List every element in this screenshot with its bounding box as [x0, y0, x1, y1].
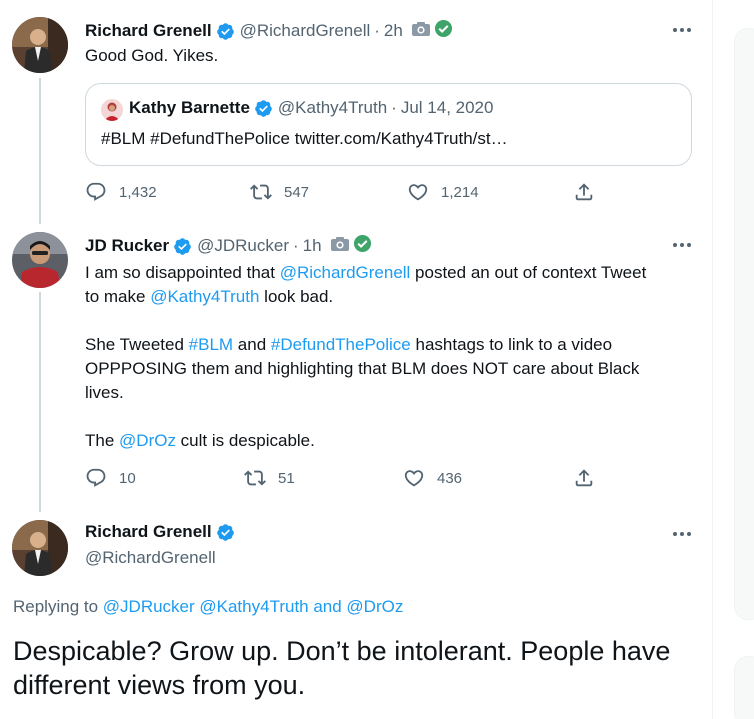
- media-badges: [330, 234, 372, 258]
- quoted-tweet-text: #BLM #DefundThePolice twitter.com/Kathy4…: [101, 129, 508, 148]
- retweet-count: 547: [284, 183, 310, 201]
- like-button[interactable]: 1,214: [407, 181, 479, 203]
- verified-badge-icon: [254, 99, 273, 118]
- reply-button[interactable]: 1,432: [85, 181, 157, 203]
- reply-icon: [86, 468, 106, 487]
- tweet-header: Richard Grenell @RichardGrenell · 2h: [85, 19, 453, 43]
- more-options-icon[interactable]: [670, 20, 694, 40]
- check-circle-icon: [353, 234, 372, 258]
- quoted-tweet[interactable]: Kathy Barnette @Kathy4Truth · Jul 14, 20…: [85, 83, 692, 166]
- media-badges: [411, 19, 453, 43]
- timestamp[interactable]: 1h: [303, 236, 322, 256]
- hashtag-link[interactable]: #BLM: [189, 335, 233, 354]
- mention-link[interactable]: @Kathy4Truth: [150, 287, 259, 306]
- focused-author: Richard Grenell: [85, 522, 235, 542]
- separator-dot: ·: [391, 98, 397, 117]
- replying-to: Replying to @JDRucker @Kathy4Truth and @…: [13, 597, 403, 617]
- mention-link[interactable]: @DrOz: [119, 431, 176, 450]
- focused-tweet-text: Despicable? Grow up. Don’t be intolerant…: [13, 636, 671, 700]
- retweet-button[interactable]: 547: [250, 181, 309, 203]
- mention-link[interactable]: @RichardGrenell: [280, 263, 411, 282]
- heart-icon: [404, 470, 424, 487]
- avatar[interactable]: [12, 17, 68, 73]
- replying-mentions[interactable]: @JDRucker @Kathy4Truth and @DrOz: [103, 597, 404, 616]
- author-handle[interactable]: @RichardGrenell: [240, 21, 371, 41]
- like-count: 1,214: [441, 183, 479, 201]
- quoted-author-handle: @Kathy4Truth: [277, 98, 388, 117]
- timestamp[interactable]: 2h: [384, 21, 403, 41]
- avatar: [101, 99, 123, 121]
- separator-dot: ·: [293, 236, 299, 255]
- avatar[interactable]: [12, 232, 68, 288]
- tweet-text: I am so disappointed that @RichardGrenel…: [85, 261, 695, 453]
- share-button[interactable]: [573, 467, 607, 489]
- separator-dot: ·: [374, 21, 380, 40]
- quoted-author-name: Kathy Barnette: [129, 98, 250, 117]
- retweet-icon: [244, 470, 266, 486]
- retweet-count: 51: [278, 469, 295, 487]
- right-sidebar: [714, 0, 754, 719]
- author-name[interactable]: JD Rucker: [85, 236, 169, 256]
- author-handle[interactable]: @RichardGrenell: [85, 548, 216, 568]
- verified-badge-icon: [216, 523, 235, 542]
- author-handle[interactable]: @JDRucker: [197, 236, 289, 256]
- share-icon: [575, 183, 593, 201]
- tweet-text: Good God. Yikes.: [85, 46, 219, 65]
- retweet-icon: [250, 184, 272, 200]
- retweet-button[interactable]: 51: [244, 467, 295, 489]
- camera-icon: [411, 21, 431, 42]
- like-button[interactable]: 436: [403, 467, 462, 489]
- reply-button[interactable]: 10: [85, 467, 136, 489]
- tweet-line: lives.: [85, 383, 124, 402]
- like-count: 436: [437, 469, 463, 487]
- tweet-line: to make @Kathy4Truth look bad.: [85, 287, 334, 306]
- sidebar-card: [734, 656, 754, 719]
- tweet-header: JD Rucker @JDRucker · 1h: [85, 234, 372, 258]
- tweet-line: She Tweeted #BLM and #DefundThePolice ha…: [85, 335, 613, 354]
- tweet-actions: 1,432 547 1,214: [0, 181, 713, 205]
- verified-badge-icon: [173, 237, 192, 256]
- quoted-tweet-header: Kathy Barnette @Kathy4Truth · Jul 14, 20…: [129, 98, 493, 118]
- check-circle-icon: [434, 19, 453, 43]
- camera-icon: [330, 236, 350, 257]
- quoted-date: Jul 14, 2020: [400, 98, 494, 117]
- tweet-line: I am so disappointed that @RichardGrenel…: [85, 263, 647, 282]
- share-icon: [575, 469, 593, 487]
- reply-count: 10: [119, 469, 136, 487]
- sidebar-card: [734, 28, 754, 620]
- replying-label: Replying to: [13, 597, 103, 616]
- tweet-line: The @DrOz cult is despicable.: [85, 431, 315, 450]
- share-button[interactable]: [573, 181, 607, 203]
- more-options-icon[interactable]: [670, 235, 694, 255]
- author-name[interactable]: Richard Grenell: [85, 522, 212, 542]
- author-name[interactable]: Richard Grenell: [85, 21, 212, 41]
- hashtag-link[interactable]: #DefundThePolice: [271, 335, 411, 354]
- verified-badge-icon: [216, 22, 235, 41]
- avatar[interactable]: [12, 520, 68, 576]
- more-options-icon[interactable]: [670, 524, 694, 544]
- heart-icon: [408, 184, 428, 201]
- tweet-actions: 10 51 436: [0, 467, 713, 491]
- tweet-line: OPPPOSING them and highlighting that BLM…: [85, 359, 640, 378]
- reply-count: 1,432: [119, 183, 157, 201]
- timeline: Richard Grenell @RichardGrenell · 2h Goo…: [0, 0, 713, 719]
- reply-icon: [86, 182, 106, 201]
